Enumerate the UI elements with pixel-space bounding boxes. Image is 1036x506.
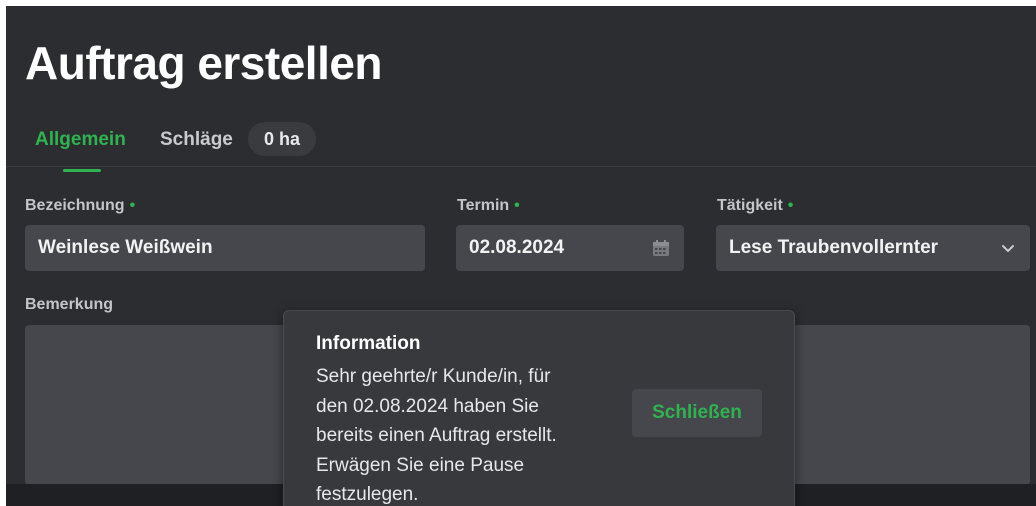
- required-marker: •: [129, 197, 136, 214]
- activity-select-value: Lese Traubenvollernter: [729, 237, 939, 258]
- info-dialog: Information Sehr geehrte/r Kunde/in, für…: [283, 310, 795, 506]
- name-label-text: Bezeichnung: [25, 197, 125, 214]
- dialog-message-line: den 02.08.2024 haben Sie: [316, 395, 539, 417]
- dialog-message-line: Sehr geehrte/r Kunde/in, für: [316, 366, 551, 387]
- required-marker: •: [514, 197, 520, 214]
- close-button[interactable]: Schließen: [632, 389, 762, 437]
- dialog-message-line: bereits einen Auftrag erstellt.: [316, 425, 557, 446]
- dialog-message-line: Erwägen Sie eine Pause: [316, 454, 525, 476]
- name-input-value: Weinlese Weißwein: [38, 237, 213, 258]
- tab-plots[interactable]: Schläge: [160, 129, 233, 151]
- date-label: Termin •: [457, 197, 520, 215]
- name-label: Bezeichnung •: [25, 197, 135, 215]
- active-tab-indicator: [63, 169, 101, 172]
- tab-bar: Allgemein Schläge: [6, 124, 1036, 172]
- required-marker: •: [787, 197, 794, 214]
- date-label-text: Termin: [457, 197, 510, 214]
- dialog-title: Information: [316, 333, 421, 354]
- activity-select[interactable]: Lese Traubenvollernter: [716, 225, 1030, 271]
- page-title: Auftrag erstellen: [25, 37, 383, 89]
- tab-plots-label: Schläge: [160, 129, 233, 150]
- date-input-value: 02.08.2024: [469, 237, 565, 258]
- activity-label: Tätigkeit •: [717, 197, 793, 215]
- dialog-message-line: festzulegen.: [316, 484, 419, 505]
- remark-label: Bemerkung: [25, 296, 114, 313]
- create-order-screen: Auftrag erstellen Allgemein Schläge 0 ha…: [6, 6, 1036, 506]
- activity-label-text: Tätigkeit: [717, 197, 783, 214]
- dialog-message: Sehr geehrte/r Kunde/in, für den 02.08.2…: [316, 362, 596, 506]
- tab-general[interactable]: Allgemein: [35, 129, 126, 172]
- calendar-icon[interactable]: [652, 239, 670, 257]
- chevron-down-icon: [1002, 245, 1014, 252]
- plots-area-badge: 0 ha: [248, 122, 316, 156]
- tab-general-label: Allgemein: [35, 129, 126, 150]
- name-input[interactable]: Weinlese Weißwein: [25, 225, 425, 271]
- date-input[interactable]: 02.08.2024: [456, 225, 684, 271]
